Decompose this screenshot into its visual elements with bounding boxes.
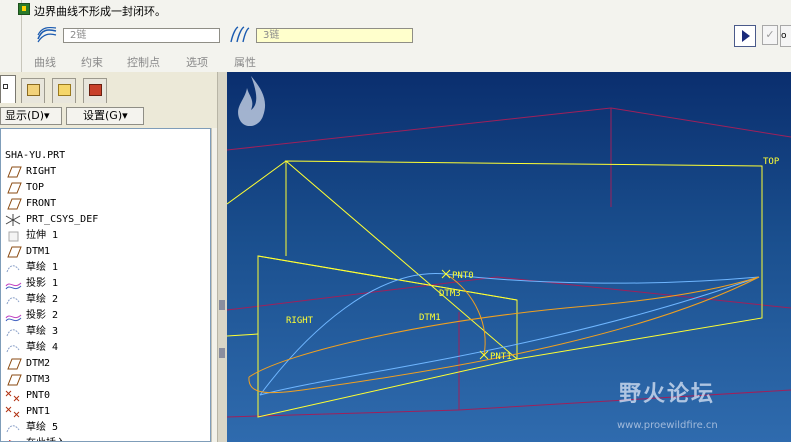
datum-plane-icon (7, 358, 22, 370)
favorites-icon (89, 84, 102, 96)
label-top: TOP (763, 157, 780, 167)
label-pnt0: PNT0 (452, 271, 474, 281)
tab-control-points[interactable]: 控制点 (127, 54, 160, 70)
projection-icon (5, 314, 22, 322)
tab-model-tree[interactable] (0, 75, 16, 103)
first-direction-chain-field[interactable]: 2链 (63, 28, 220, 43)
tree-item-label: PNT0 (26, 390, 51, 401)
tree-item-label: 拉伸 1 (26, 230, 59, 241)
tree-item-label: 草绘 1 (26, 262, 59, 273)
feature-dashboard: 边界曲线不形成一封闭环。 2链 3链 曲线 约束 控制点 选项 属性 ✓ o (0, 0, 791, 73)
message-row: 边界曲线不形成一封闭环。 (0, 0, 791, 20)
tree-root[interactable]: SHA-YU.PRT (5, 150, 65, 161)
panel-splitter[interactable] (217, 72, 227, 442)
watermark-title: 野火论坛 (619, 382, 716, 407)
watermark-url: www.proewildfire.cn (617, 420, 718, 431)
sketch-icon (6, 265, 20, 273)
tree-item-label: DTM1 (26, 246, 51, 257)
tree-item-label: DTM3 (26, 374, 51, 385)
label-pnt1: PNT1 (490, 352, 512, 362)
tree-item[interactable]: PNT0 (5, 388, 210, 404)
tree-item-label: DTM2 (26, 358, 51, 369)
model-tree-icon (3, 84, 8, 89)
second-direction-chain-icon[interactable] (228, 25, 250, 43)
tree-item[interactable]: 投影 1 (5, 276, 210, 292)
tab-options[interactable]: 选项 (186, 54, 208, 70)
tree-item[interactable]: RIGHT (5, 164, 210, 180)
tab-constraints[interactable]: 约束 (81, 54, 103, 70)
tree-item-label: PNT1 (26, 406, 51, 417)
projection-icon (5, 282, 22, 290)
label-dtm1: DTM1 (419, 313, 441, 323)
resume-play-button[interactable] (734, 25, 756, 47)
tree-item[interactable]: PRT_CSYS_DEF (5, 212, 210, 228)
verify-checkbox[interactable]: ✓ (762, 25, 778, 45)
tab-folder-browser[interactable] (52, 78, 76, 103)
show-dropdown[interactable]: 显示(D)▾ (0, 107, 62, 125)
tree-item-label: 投影 1 (26, 278, 59, 289)
insert-here-icon (9, 440, 12, 441)
graphics-window[interactable]: TOP RIGHT DTM1 DTM3 PNT0 PNT1 野火论坛 www.p… (227, 72, 791, 442)
layers-icon (27, 84, 40, 96)
datum-point-icon (5, 390, 20, 402)
tree-item[interactable]: 草绘 3 (5, 324, 210, 340)
tree-item[interactable]: 草绘 4 (5, 340, 210, 356)
tab-properties[interactable]: 属性 (234, 54, 256, 70)
label-dtm3: DTM3 (439, 289, 461, 299)
first-direction-chain-icon[interactable] (36, 25, 58, 43)
datum-plane-icon (7, 182, 22, 194)
tree-item-label: 投影 2 (26, 310, 59, 321)
tree-item-label: 草绘 4 (26, 342, 59, 353)
datum-plane-icon (7, 374, 22, 386)
model-tree: SHA-YU.PRT RIGHT TOP FRONT PRT_CSYS_DEF 拉伸 1… (0, 128, 211, 442)
sketch-icon (6, 297, 20, 305)
datum-plane-right (257, 255, 518, 418)
datum-point-icon (5, 406, 20, 418)
folder-icon (58, 84, 71, 96)
tree-item[interactable]: 在此插入 (5, 436, 210, 441)
tree-item-label: 在此插入 (26, 436, 66, 441)
tree-item[interactable]: FRONT (5, 196, 210, 212)
datum-plane-icon (7, 198, 22, 210)
tree-item-label: TOP (26, 182, 45, 193)
datum-plane-icon (7, 246, 22, 258)
tree-item[interactable]: 草绘 2 (5, 292, 210, 308)
tree-item[interactable]: PNT1 (5, 404, 210, 420)
tree-item[interactable]: 草绘 5 (5, 420, 210, 436)
sketch-icon (6, 425, 20, 433)
watermark-flame-logo (238, 76, 266, 127)
tree-item-label: PRT_CSYS_DEF (26, 214, 99, 225)
status-message: 边界曲线不形成一封闭环。 (34, 5, 166, 18)
sketch-icon (6, 345, 20, 353)
csys-icon (5, 214, 21, 226)
second-direction-chain-field[interactable]: 3链 (256, 28, 413, 43)
tree-item[interactable]: DTM3 (5, 372, 210, 388)
tree-item-label: 草绘 5 (26, 422, 59, 433)
collapse-arrow-icon[interactable] (219, 300, 225, 310)
tab-curves[interactable]: 曲线 (34, 54, 56, 70)
tab-favorites[interactable] (83, 78, 107, 103)
tree-item[interactable]: 拉伸 1 (5, 228, 210, 244)
tree-item[interactable]: 投影 2 (5, 308, 210, 324)
settings-dropdown[interactable]: 设置(G)▾ (66, 107, 144, 125)
tree-item-label: RIGHT (26, 166, 57, 177)
tree-item-label: 草绘 2 (26, 294, 59, 305)
sketch-icon (6, 329, 20, 337)
datum-plane-icon (7, 166, 22, 178)
datum-plane-top (284, 160, 763, 360)
preview-glasses-button[interactable]: o (780, 25, 791, 47)
label-right: RIGHT (286, 316, 314, 326)
expand-arrow-icon[interactable] (219, 348, 225, 358)
tree-item-label: FRONT (26, 198, 57, 209)
tab-layers[interactable] (21, 78, 45, 103)
warning-icon (18, 3, 30, 15)
tree-item[interactable]: DTM1 (5, 244, 210, 260)
extrude-frame (227, 107, 791, 418)
tree-item[interactable]: 草绘 1 (5, 260, 210, 276)
tree-item-label: 草绘 3 (26, 326, 59, 337)
tree-item[interactable]: TOP (5, 180, 210, 196)
extrude-icon (8, 231, 19, 242)
tree-item[interactable]: DTM2 (5, 356, 210, 372)
